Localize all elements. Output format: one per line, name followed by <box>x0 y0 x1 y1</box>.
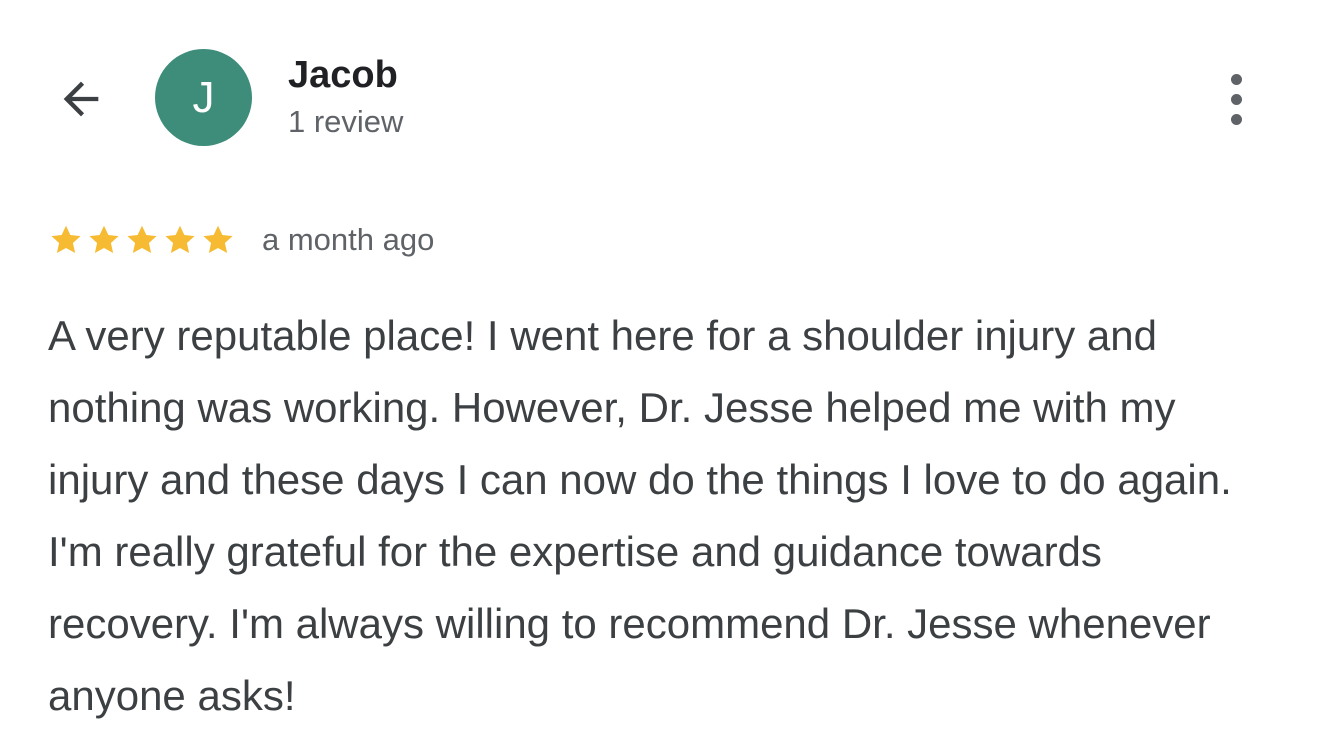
reviewer-name[interactable]: Jacob <box>288 52 398 98</box>
star-icon <box>51 225 81 254</box>
review-text: A very reputable place! I went here for … <box>48 312 1232 719</box>
more-vertical-icon-dot <box>1230 93 1242 105</box>
avatar-letter: J <box>192 72 215 122</box>
more-vertical-icon <box>1230 73 1242 85</box>
star-icon <box>165 225 195 254</box>
star-icon <box>89 225 119 254</box>
arrow-left-icon <box>63 81 99 117</box>
star-rating <box>48 222 236 258</box>
more-options-button[interactable] <box>1212 66 1260 132</box>
review-count: 1 review <box>288 104 404 139</box>
star-icon <box>203 225 233 254</box>
rating-row: a month ago <box>48 218 434 262</box>
back-button[interactable] <box>48 66 114 132</box>
review-header: J Jacob 1 review <box>0 0 1319 190</box>
avatar[interactable]: J <box>155 49 252 146</box>
review-time: a month ago <box>262 222 435 257</box>
star-icon <box>127 225 157 254</box>
more-vertical-icon-dot <box>1230 113 1242 125</box>
